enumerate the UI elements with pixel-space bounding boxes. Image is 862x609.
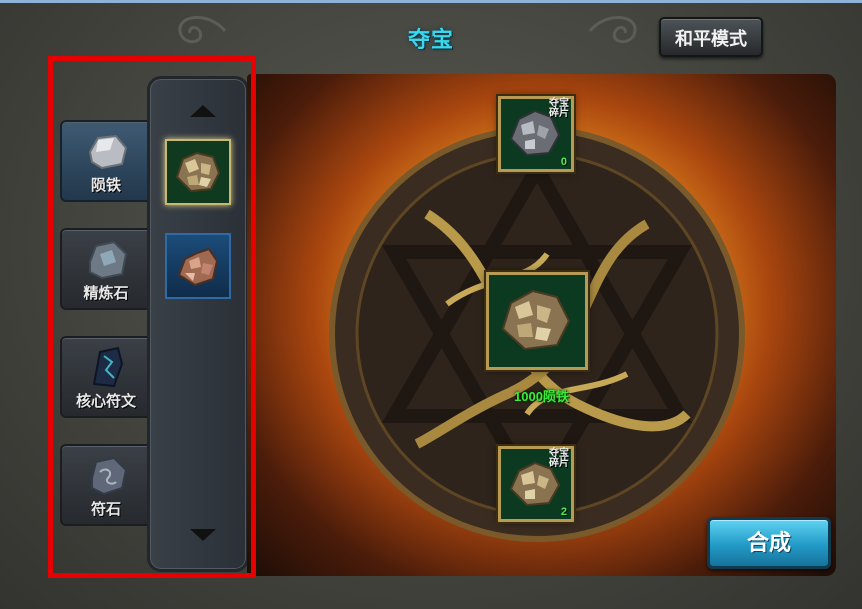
fragment-count: 0 [560,156,567,168]
fragment-label: 夺宝碎片 [549,448,569,469]
category-label: 符石 [90,501,121,518]
peace-mode-button[interactable]: 和平模式 [659,17,763,57]
synthesis-area: 夺宝碎片 0 1000陨铁 夺宝碎片 2 合成 [247,74,836,576]
meteorite-icon [88,134,128,170]
scroll-up-arrow-icon[interactable] [190,105,216,117]
meteorite-ore-icon [175,151,221,193]
refining-stone-icon [89,240,128,280]
category-label: 陨铁 [90,177,121,194]
fragment-slot-bottom[interactable]: 夺宝碎片 2 [498,446,574,522]
category-tab-refining-stone[interactable]: 精炼石 [60,228,152,310]
list-item-meteorite-ore[interactable] [165,139,231,205]
category-tab-core-rune[interactable]: 核心符文 [60,336,152,418]
scroll-down-arrow-icon[interactable] [190,529,216,541]
rune-stone-icon [91,456,128,496]
item-list-panel[interactable] [147,76,249,572]
list-item-copper-ore[interactable] [165,233,231,299]
fragment-slot-top[interactable]: 夺宝碎片 0 [498,96,574,172]
core-rune-icon [92,346,124,388]
category-tab-rune-stone[interactable]: 符石 [60,444,152,526]
synthesize-button[interactable]: 合成 [707,517,831,569]
category-label: 精炼石 [83,285,129,302]
window-top-edge [0,0,862,3]
meteorite-ore-icon [501,289,571,351]
fragment-label: 夺宝碎片 [549,98,569,119]
fragment-count: 2 [560,506,567,518]
result-slot[interactable] [486,272,588,370]
category-label: 核心符文 [75,393,136,410]
copper-ore-icon [177,247,219,287]
category-tab-meteorite[interactable]: 陨铁 [60,120,152,202]
result-label: 1000陨铁 [514,389,569,404]
